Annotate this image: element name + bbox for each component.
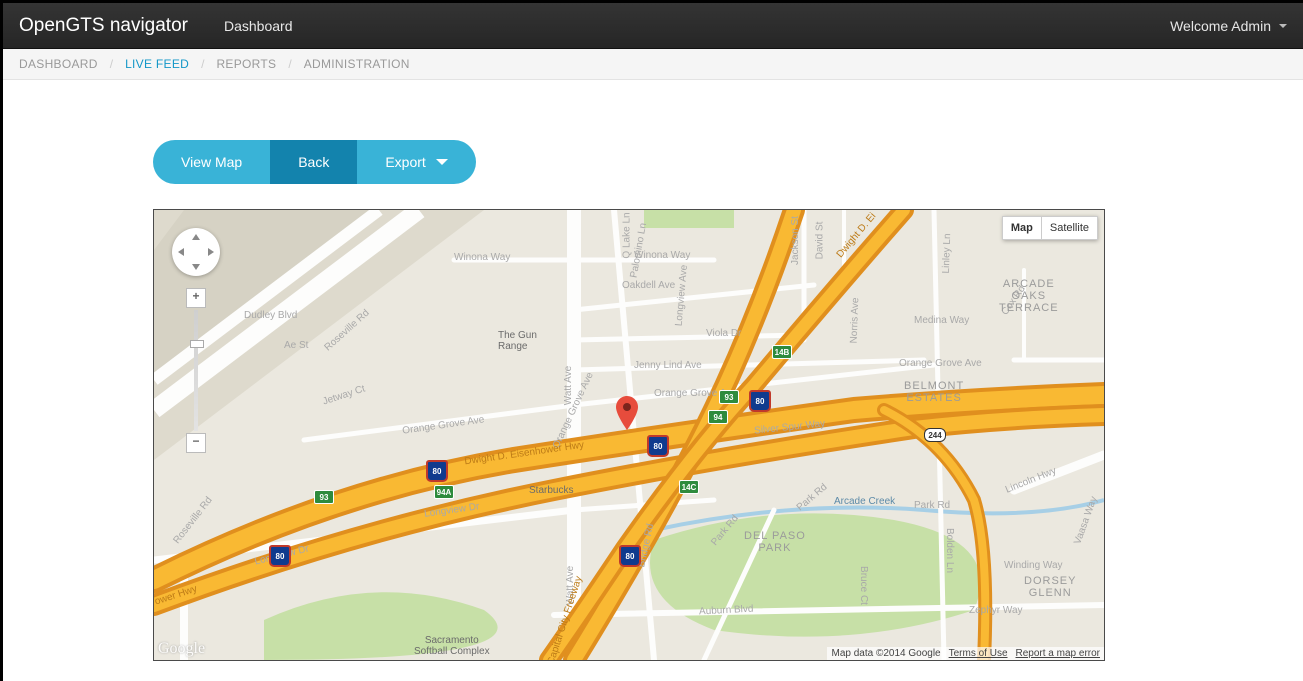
shield-exit: 94A	[434, 485, 454, 499]
caret-down-icon	[1279, 24, 1287, 28]
back-button[interactable]: Back	[270, 140, 357, 184]
export-label: Export	[385, 154, 425, 170]
shield-exit: 93	[719, 390, 739, 404]
shield-i80: 80	[749, 390, 771, 412]
top-navbar: OpenGTS navigator Dashboard Welcome Admi…	[3, 3, 1303, 49]
export-button[interactable]: Export	[357, 140, 475, 184]
google-logo: Google	[158, 640, 205, 658]
map-type-toggle: Map Satellite	[1003, 216, 1098, 240]
zoom-out-button[interactable]: −	[186, 433, 206, 453]
pan-south-icon	[192, 264, 200, 270]
shield-i80: 80	[426, 460, 448, 482]
breadcrumb: DASHBOARD/ LIVE FEED/ REPORTS/ ADMINISTR…	[3, 49, 1303, 80]
bc-administration[interactable]: ADMINISTRATION	[304, 57, 410, 71]
zoom-control: + −	[187, 288, 205, 453]
welcome-label: Welcome Admin	[1170, 18, 1271, 34]
shield-exit: 14C	[679, 480, 699, 494]
map-type-satellite[interactable]: Satellite	[1041, 216, 1098, 240]
bc-live-feed[interactable]: LIVE FEED	[125, 57, 189, 71]
attr-copyright: Map data ©2014 Google	[831, 648, 940, 659]
zoom-in-button[interactable]: +	[186, 288, 206, 308]
pan-control[interactable]	[172, 228, 220, 276]
action-toolbar: View Map Back Export	[153, 140, 1303, 184]
map-canvas	[154, 210, 1104, 660]
pan-north-icon	[192, 234, 200, 240]
shield-exit: 93	[314, 490, 334, 504]
shield-route: 244	[924, 428, 946, 442]
chevron-down-icon	[436, 159, 448, 165]
attr-report[interactable]: Report a map error	[1016, 648, 1100, 659]
nav-dashboard[interactable]: Dashboard	[214, 18, 303, 34]
shield-exit: 94	[708, 410, 728, 424]
map-viewport[interactable]: + − Map Satellite Winona Way Winona Way …	[153, 209, 1105, 661]
pan-west-icon	[178, 248, 184, 256]
shield-i80: 80	[619, 545, 641, 567]
brand-title[interactable]: OpenGTS navigator	[19, 15, 188, 37]
map-type-map[interactable]: Map	[1002, 216, 1042, 240]
pan-east-icon	[208, 248, 214, 256]
bc-reports[interactable]: REPORTS	[216, 57, 276, 71]
shield-i80: 80	[269, 545, 291, 567]
map-attribution: Map data ©2014 Google Terms of Use Repor…	[827, 647, 1104, 660]
view-map-button[interactable]: View Map	[153, 140, 270, 184]
map-marker-icon[interactable]	[616, 396, 638, 430]
zoom-slider[interactable]	[194, 310, 198, 431]
attr-terms[interactable]: Terms of Use	[949, 648, 1008, 659]
bc-dashboard[interactable]: DASHBOARD	[19, 57, 98, 71]
zoom-thumb[interactable]	[190, 340, 204, 348]
shield-exit: 14B	[772, 345, 792, 359]
shield-i80: 80	[647, 435, 669, 457]
user-menu[interactable]: Welcome Admin	[1170, 18, 1287, 34]
